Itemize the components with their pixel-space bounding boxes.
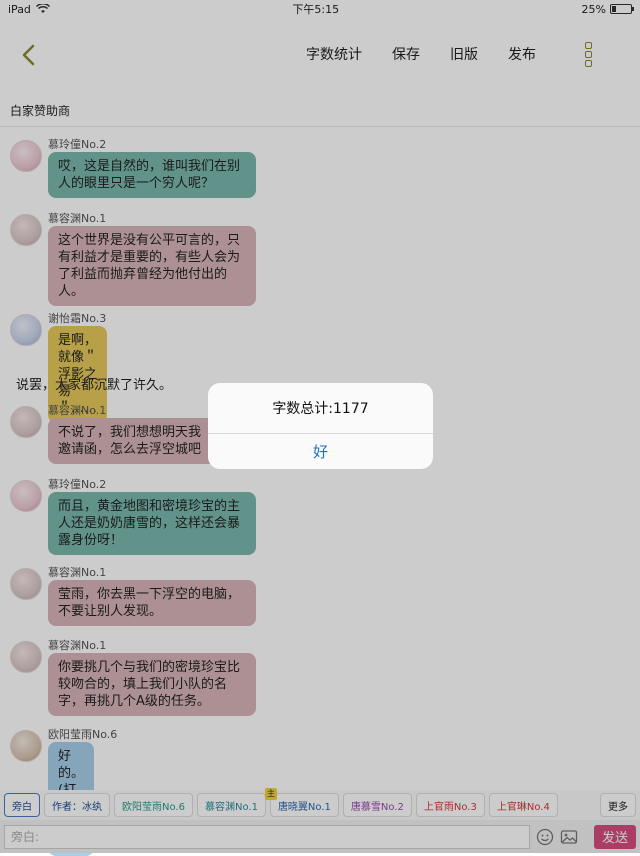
- alert-ok-button[interactable]: 好: [208, 434, 433, 469]
- word-count-alert: 字数总计:1177 好: [208, 383, 433, 469]
- alert-message: 字数总计:1177: [272, 401, 369, 417]
